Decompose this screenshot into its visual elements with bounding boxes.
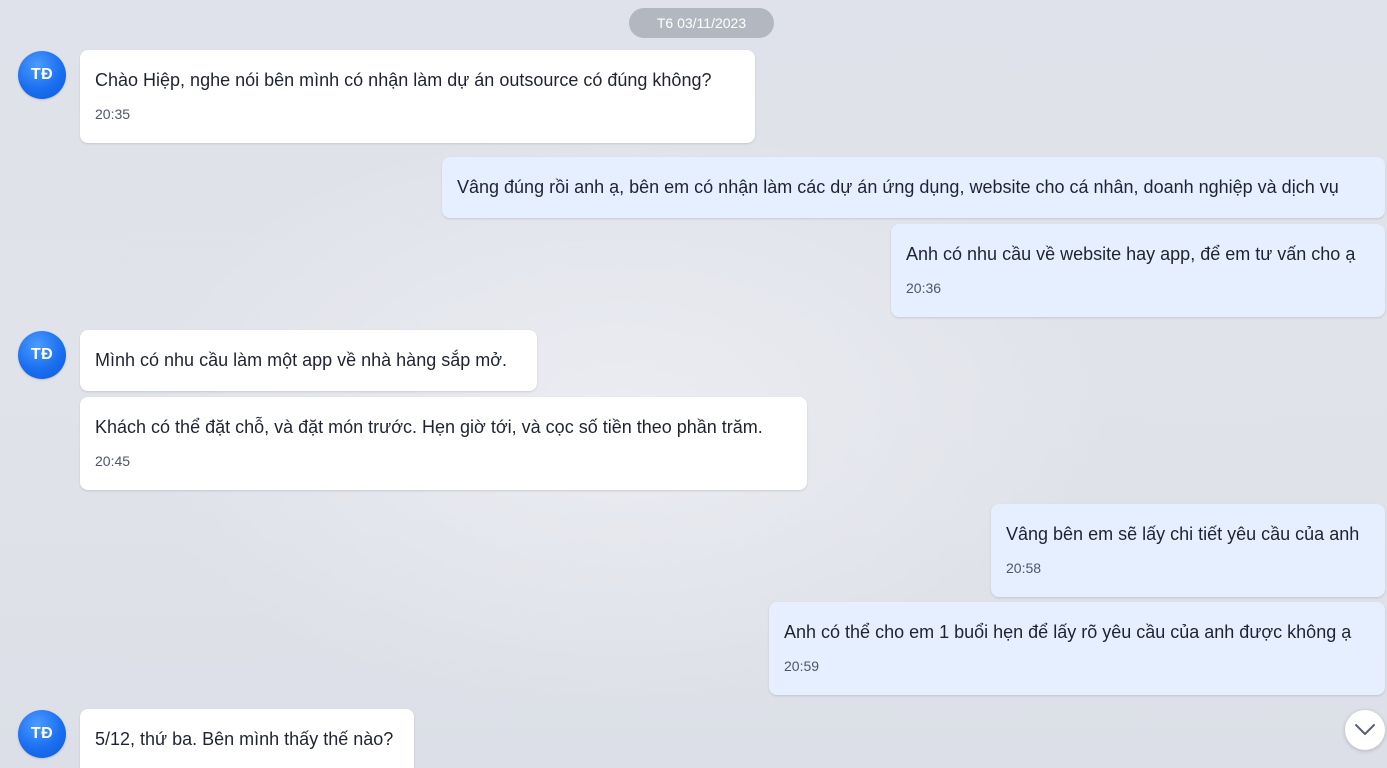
message-text: Anh có nhu cầu về website hay app, để em… <box>906 244 1356 264</box>
message-time: 20:36 <box>906 280 942 296</box>
contact-avatar[interactable]: TĐ <box>18 710 66 758</box>
chevron-down-icon <box>1355 724 1375 735</box>
message-time: 20:58 <box>1006 560 1042 576</box>
contact-avatar[interactable]: TĐ <box>18 331 66 379</box>
message-text: Anh có thể cho em 1 buổi hẹn để lấy rõ y… <box>784 622 1352 642</box>
message-bubble-outgoing[interactable]: Anh có nhu cầu về website hay app, để em… <box>891 224 1385 317</box>
date-divider: T6 03/11/2023 <box>629 8 774 38</box>
message-bubble-incoming[interactable]: Mình có nhu cầu làm một app về nhà hàng … <box>80 330 537 391</box>
message-bubble-incoming[interactable]: Chào Hiệp, nghe nói bên mình có nhận làm… <box>80 50 755 143</box>
message-text: Khách có thể đặt chỗ, và đặt món trước. … <box>95 417 763 437</box>
message-text: Vâng đúng rồi anh ạ, bên em có nhận làm … <box>457 177 1339 197</box>
message-text: Mình có nhu cầu làm một app về nhà hàng … <box>95 350 508 370</box>
message-text: 5/12, thứ ba. Bên mình thấy thế nào? <box>95 729 394 749</box>
message-time: 20:45 <box>95 453 131 469</box>
message-time: 20:59 <box>784 658 820 674</box>
scroll-to-bottom-button[interactable] <box>1345 710 1385 750</box>
message-bubble-outgoing[interactable]: Vâng bên em sẽ lấy chi tiết yêu cầu của … <box>991 504 1385 597</box>
message-bubble-outgoing[interactable]: Vâng đúng rồi anh ạ, bên em có nhận làm … <box>442 157 1385 218</box>
message-time: 20:35 <box>95 106 131 122</box>
message-text: Chào Hiệp, nghe nói bên mình có nhận làm… <box>95 70 712 90</box>
message-bubble-outgoing[interactable]: Anh có thể cho em 1 buổi hẹn để lấy rõ y… <box>769 602 1385 695</box>
message-text: Vâng bên em sẽ lấy chi tiết yêu cầu của … <box>1006 524 1360 544</box>
message-bubble-incoming[interactable]: Khách có thể đặt chỗ, và đặt món trước. … <box>80 397 807 490</box>
message-bubble-incoming[interactable]: 5/12, thứ ba. Bên mình thấy thế nào? <box>80 709 414 768</box>
contact-avatar[interactable]: TĐ <box>18 51 66 99</box>
